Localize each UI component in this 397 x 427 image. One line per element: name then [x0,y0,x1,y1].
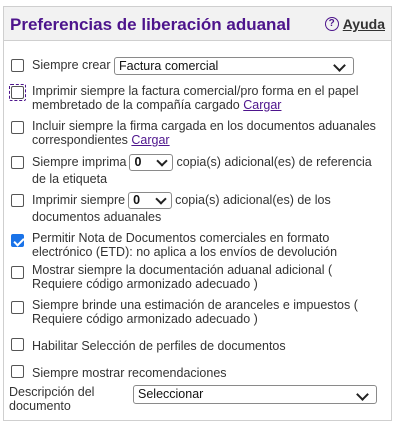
row-include-signature: Incluir siempre la firma cargada en los … [11,119,381,149]
estimate-label: Siempre brinde una estimación de arancel… [32,298,358,326]
always-create-select-value: Factura comercial [119,59,219,73]
panel-title: Preferencias de liberación aduanal [10,15,291,34]
row-print-invoice: Imprimir siempre la factura comercial/pr… [9,84,381,114]
print-invoice-label: Imprimir siempre la factura comercial/pr… [32,84,359,112]
show-docs-label: Mostrar siempre la documentación aduanal… [32,263,333,291]
always-create-label: Siempre crear [32,58,111,72]
upload-signature-link[interactable]: Cargar [131,133,169,147]
etd-label: Permitir Nota de Documentos comerciales … [32,231,338,259]
chevron-down-icon [155,193,167,205]
doc-description-label: Descripción del documento [9,385,95,413]
doc-copies-label-before: Imprimir siempre [32,193,126,207]
recommendations-label: Siempre mostrar recomendaciones [32,366,227,380]
row-doc-description: Descripción del documento Seleccionar [9,385,379,415]
row-profiles: Habilitar Selección de perfiles de docum… [11,338,381,354]
row-always-create: Siempre crear Factura comercial [11,57,381,75]
profiles-label: Habilitar Selección de perfiles de docum… [32,339,286,353]
row-show-docs: Mostrar siempre la documentación aduanal… [11,263,381,293]
always-create-checkbox[interactable] [11,59,24,72]
row-doc-copies: Imprimir siempre 0 copia(s) adicional(es) … [11,192,381,224]
doc-description-select[interactable]: Seleccionar [133,385,377,404]
estimate-checkbox[interactable] [11,301,24,314]
chevron-down-icon [333,59,346,72]
upload-letterhead-link[interactable]: Cargar [243,98,281,112]
row-recommendations: Siempre mostrar recomendaciones [11,365,381,381]
include-signature-checkbox[interactable] [11,121,24,134]
include-signature-text: Incluir siempre la firma cargada en los … [32,119,381,147]
doc-description-select-value: Seleccionar [138,387,204,401]
recommendations-checkbox[interactable] [11,365,24,378]
row-etd: Permitir Nota de Documentos comerciales … [11,231,381,261]
customs-preferences-panel: Preferencias de liberación aduanal ? Ayu… [3,6,392,421]
print-invoice-checkbox[interactable] [9,84,26,101]
help-label[interactable]: Ayuda [343,16,385,32]
row-label-copies: Siempre imprima 0 copia(s) adicional(es) d… [11,154,381,186]
doc-copies-select[interactable]: 0 [128,192,173,210]
label-copies-checkbox[interactable] [11,156,24,169]
chevron-down-icon [356,388,369,401]
help-link[interactable]: ? Ayuda [324,16,385,32]
label-copies-label-before: Siempre imprima [32,155,127,169]
doc-copies-checkbox[interactable] [11,194,24,207]
etd-checkbox[interactable] [11,234,24,247]
profiles-checkbox[interactable] [11,338,24,351]
show-docs-checkbox[interactable] [11,266,24,279]
row-estimate: Siempre brinde una estimación de arancel… [11,298,381,328]
always-create-select[interactable]: Factura comercial [114,57,354,75]
label-copies-select[interactable]: 0 [129,154,174,172]
doc-copies-value: 0 [133,193,141,208]
print-invoice-text: Imprimir siempre la factura comercial/pr… [32,84,381,112]
question-circle-icon: ? [324,17,339,31]
doc-copies-text: Imprimir siempre 0 copia(s) adicional(es) … [32,192,381,225]
chevron-down-icon [156,155,169,167]
label-copies-text: Siempre imprima 0 copia(s) adicional(es) d… [32,154,381,187]
panel-header: Preferencias de liberación aduanal ? Ayu… [4,7,391,41]
label-copies-value: 0 [134,155,142,170]
include-signature-label: Incluir siempre la firma cargada en los … [32,119,376,147]
